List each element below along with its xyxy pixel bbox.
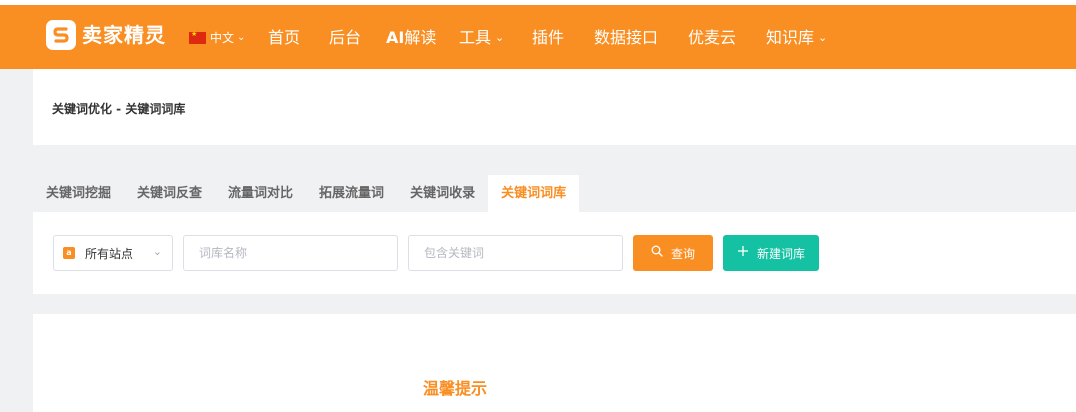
query-button[interactable]: 查询 xyxy=(633,235,713,271)
chevron-down-icon: ⌄ xyxy=(237,32,246,43)
logo-icon xyxy=(46,20,76,50)
content-panel: 温馨提示 xyxy=(33,314,1076,412)
site-select-value: 所有站点 xyxy=(85,246,134,261)
tab-keyword-mining[interactable]: 关键词挖掘 xyxy=(33,175,124,212)
nav-tools[interactable]: 工具 ⌄ xyxy=(459,27,504,49)
tip-title: 温馨提示 xyxy=(423,379,488,398)
keyword-input[interactable] xyxy=(408,235,623,271)
nav-knowledge[interactable]: 知识库 ⌄ xyxy=(766,27,827,49)
nav-ai-interpret[interactable]: AI 解读 xyxy=(386,27,436,49)
language-label: 中文 xyxy=(210,31,235,45)
language-switcher[interactable]: 中文 ⌄ xyxy=(189,29,245,46)
nav-api[interactable]: 数据接口 xyxy=(594,27,658,49)
top-navbar: 卖家精灵 中文 ⌄ 首页 后台 AI解读 工具 ⌄ 插件 数据接口 优麦云 知识… xyxy=(0,5,1076,69)
tab-keyword-indexing[interactable]: 关键词收录 xyxy=(397,175,488,212)
library-name-input[interactable] xyxy=(183,235,398,271)
nav-api-label: 数据接口 xyxy=(594,28,659,47)
query-button-label: 查询 xyxy=(670,246,695,261)
nav-tools-label: 工具 xyxy=(459,28,492,47)
chevron-down-icon: ⌄ xyxy=(152,245,162,258)
brand-logo[interactable]: 卖家精灵 xyxy=(46,20,166,50)
nav-knowledge-label: 知识库 xyxy=(766,28,815,47)
search-icon xyxy=(651,245,663,261)
tab-keyword-library[interactable]: 关键词词库 xyxy=(488,175,580,212)
nav-home[interactable]: 首页 xyxy=(268,27,300,49)
plus-icon xyxy=(737,245,749,261)
new-library-button[interactable]: 新建词库 xyxy=(723,235,819,271)
site-select[interactable]: a 所有站点 ⌄ xyxy=(53,235,173,271)
page-header: 关键词优化 - 关键词词库 xyxy=(33,69,1076,145)
nav-ai-prefix: AI xyxy=(386,28,405,47)
tab-traffic-compare[interactable]: 流量词对比 xyxy=(215,175,306,212)
chevron-down-icon: ⌄ xyxy=(495,31,505,44)
nav-backend-label: 后台 xyxy=(329,28,362,47)
breadcrumb: 关键词优化 - 关键词词库 xyxy=(52,102,186,116)
nav-plugins[interactable]: 插件 xyxy=(532,27,564,49)
nav-backend[interactable]: 后台 xyxy=(329,27,361,49)
new-library-button-label: 新建词库 xyxy=(756,246,805,261)
cn-flag-icon xyxy=(189,30,206,44)
filter-panel: a 所有站点 ⌄ 查询 新建词库 xyxy=(33,212,1076,294)
nav-cloud-label: 优麦云 xyxy=(688,28,737,47)
nav-cloud[interactable]: 优麦云 xyxy=(688,27,736,49)
chevron-down-icon: ⌄ xyxy=(818,31,828,44)
tab-expand-traffic[interactable]: 拓展流量词 xyxy=(306,175,397,212)
tab-bar: 关键词挖掘 关键词反查 流量词对比 拓展流量词 关键词收录 关键词词库 xyxy=(33,175,580,212)
brand-name: 卖家精灵 xyxy=(82,23,166,47)
nav-ai-label: 解读 xyxy=(404,28,437,47)
amazon-icon: a xyxy=(63,247,75,259)
nav-home-label: 首页 xyxy=(268,28,301,47)
tab-keyword-reverse[interactable]: 关键词反查 xyxy=(124,175,215,212)
nav-plugins-label: 插件 xyxy=(532,28,565,47)
